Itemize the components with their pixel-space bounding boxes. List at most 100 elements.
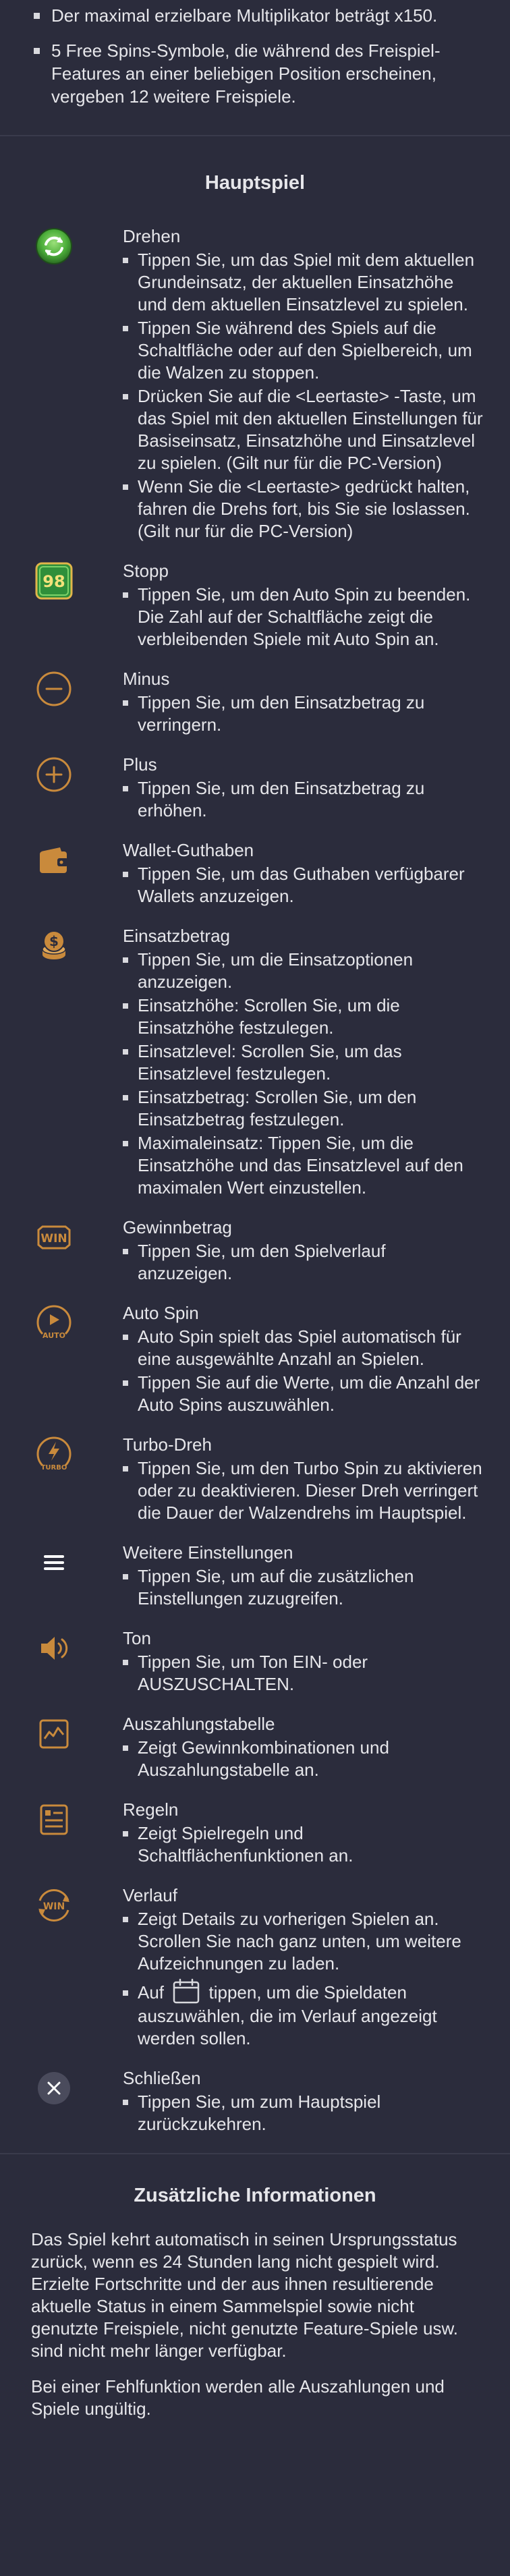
help-item-body: Minus Tippen Sie, um den Einsatzbetrag z… [123,668,483,737]
help-item-body: Weitere Einstellungen Tippen Sie, um auf… [123,1542,483,1611]
help-item-body: Wallet-Guthaben Tippen Sie, um das Gutha… [123,839,483,909]
help-item-body: Ton Tippen Sie, um Ton EIN- oder AUSZUSC… [123,1627,483,1697]
help-item-bullets: Tippen Sie, um das Guthaben verfügbarer … [123,863,483,907]
help-item-rules: Regeln Zeigt Spielregeln und Schaltfläch… [30,1799,483,1868]
help-bullet: Maximaleinsatz: Tippen Sie, um die Einsa… [123,1132,483,1199]
calendar-icon [171,1978,201,2005]
auto-spin-icon: AUTO [30,1302,78,1351]
help-item-title: Minus [123,669,170,689]
help-item-wallet: Wallet-Guthaben Tippen Sie, um das Gutha… [30,839,483,909]
help-item-history: WIN Verlauf Zeigt Details zu vorherigen … [30,1884,483,2051]
help-bullet-calendar: Auf tippen, um die Spieldaten auszuwähle… [123,1978,483,2050]
help-item-title: Ton [123,1628,151,1648]
help-item-bullets: Tippen Sie, um den Einsatzbetrag zu erhö… [123,777,483,822]
turbo-icon: TURBO [30,1434,78,1482]
top-bullet: Der maximal erzielbare Multiplikator bet… [32,4,478,27]
help-item-body: Einsatzbetrag Tippen Sie, um die Einsatz… [123,925,483,1200]
section-heading-hauptspiel: Hauptspiel [204,172,306,194]
help-item-title: Stopp [123,561,169,581]
auto-icon-label: AUTO [42,1331,65,1340]
help-item-paytable: Auszahlungstabelle Zeigt Gewinnkombinati… [30,1713,483,1783]
help-item-title: Gewinnbetrag [123,1217,232,1237]
help-item-stop: 98 Stopp Tippen Sie, um den Auto Spin zu… [30,560,483,652]
help-item-title: Weitere Einstellungen [123,1542,293,1563]
help-bullet: Tippen Sie auf die Werte, um die Anzahl … [123,1372,483,1416]
section-heading-additional-info: Zusätzliche Informationen [134,2185,376,2207]
help-item-sound: Ton Tippen Sie, um Ton EIN- oder AUSZUSC… [30,1627,483,1697]
help-bullet: Auto Spin spielt das Spiel automatisch f… [123,1326,483,1370]
stop-icon-count: 98 [42,572,65,591]
help-item-title: Auszahlungstabelle [123,1714,275,1734]
help-item-body: Auszahlungstabelle Zeigt Gewinnkombinati… [123,1713,483,1783]
help-item-bullets: Zeigt Details zu vorherigen Spielen an. … [123,1908,483,2050]
help-bullet: Einsatzbetrag: Scrollen Sie, um den Eins… [123,1086,483,1131]
help-item-body: Regeln Zeigt Spielregeln und Schaltfläch… [123,1799,483,1868]
help-item-win-amount: WIN Gewinnbetrag Tippen Sie, um den Spie… [30,1216,483,1286]
help-item-body: Turbo-Dreh Tippen Sie, um den Turbo Spin… [123,1434,483,1525]
help-item-spin: Drehen Tippen Sie, um das Spiel mit dem … [30,225,483,544]
help-bullet: Zeigt Gewinnkombinationen und Auszahlung… [123,1737,483,1781]
help-item-title: Turbo-Dreh [123,1434,212,1455]
speaker-icon [30,1627,78,1676]
top-section: Der maximal erzielbare Multiplikator bet… [0,0,510,108]
win-icon: WIN [30,1216,78,1265]
help-bullet: Tippen Sie, um zum Hauptspiel zurückzuke… [123,2091,483,2135]
help-item-title: Schließen [123,2068,201,2089]
help-item-body: Gewinnbetrag Tippen Sie, um den Spielver… [123,1216,483,1286]
help-bullet: Tippen Sie, um das Guthaben verfügbarer … [123,863,483,907]
history-icon: WIN [30,1884,78,1933]
help-item-plus: Plus Tippen Sie, um den Einsatzbetrag zu… [30,754,483,823]
help-bullet: Tippen Sie, um auf die zusätzlichen Eins… [123,1565,483,1610]
top-bullet: 5 Free Spins-Symbole, die während des Fr… [32,39,478,108]
help-item-body: Schließen Tippen Sie, um zum Hauptspiel … [123,2067,483,2137]
help-item-bullets: Tippen Sie, um den Turbo Spin zu aktivie… [123,1457,483,1524]
help-item-auto-spin: AUTO Auto Spin Auto Spin spielt das Spie… [30,1302,483,1418]
help-item-title: Verlauf [123,1885,177,1905]
help-item-minus: Minus Tippen Sie, um den Einsatzbetrag z… [30,668,483,737]
info-paragraph: Das Spiel kehrt automatisch in seinen Ur… [31,2229,459,2361]
help-item-bet-amount: $ Einsatzbetrag Tippen Sie, um die Einsa… [30,925,483,1200]
help-bullet: Einsatzhöhe: Scrollen Sie, um die Einsat… [123,995,483,1039]
help-item-body: Drehen Tippen Sie, um das Spiel mit dem … [123,225,483,544]
help-bullet: Tippen Sie, um den Auto Spin zu beenden.… [123,584,483,650]
help-item-title: Plus [123,754,157,775]
help-item-bullets: Tippen Sie, um zum Hauptspiel zurückzuke… [123,2091,483,2135]
help-item-body: Stopp Tippen Sie, um den Auto Spin zu be… [123,560,483,652]
help-item-turbo: TURBO Turbo-Dreh Tippen Sie, um den Turb… [30,1434,483,1525]
paytable-icon [30,1713,78,1762]
plus-icon [30,754,78,802]
close-icon [30,2067,78,2116]
help-item-bullets: Tippen Sie, um den Einsatzbetrag zu verr… [123,692,483,736]
help-bullet: Drücken Sie auf die <Leertaste> -Taste, … [123,385,483,474]
spin-icon [30,225,78,274]
help-item-title: Wallet-Guthaben [123,840,254,860]
help-bullet: Tippen Sie, um den Einsatzbetrag zu erhö… [123,777,483,822]
help-bullet: Einsatzlevel: Scrollen Sie, um das Einsa… [123,1040,483,1085]
help-bullet: Tippen Sie, um den Turbo Spin zu aktivie… [123,1457,483,1524]
help-item-bullets: Tippen Sie, um den Spielverlauf anzuzeig… [123,1240,483,1285]
help-bullet: Zeigt Details zu vorherigen Spielen an. … [123,1908,483,1975]
win-icon-label: WIN [40,1232,67,1245]
help-item-bullets: Zeigt Spielregeln und Schaltflächenfunkt… [123,1822,483,1867]
calendar-bullet-before: Auf [138,1982,165,2003]
minus-icon [30,668,78,717]
help-item-bullets: Zeigt Gewinnkombinationen und Auszahlung… [123,1737,483,1781]
help-item-body: Auto Spin Auto Spin spielt das Spiel aut… [123,1302,483,1418]
history-icon-label: WIN [43,1901,65,1912]
help-bullet: Tippen Sie, um das Spiel mit dem aktuell… [123,249,483,316]
help-page: Der maximal erzielbare Multiplikator bet… [0,0,510,2474]
help-item-bullets: Tippen Sie, um das Spiel mit dem aktuell… [123,249,483,542]
help-bullet: Tippen Sie, um die Einsatzoptionen anzuz… [123,949,483,993]
help-bullet: Tippen Sie, um Ton EIN- oder AUSZUSCHALT… [123,1651,483,1696]
help-item-bullets: Auto Spin spielt das Spiel automatisch f… [123,1326,483,1416]
menu-icon [30,1542,78,1590]
info-paragraph: Bei einer Fehlfunktion werden alle Ausza… [31,2376,445,2419]
help-bullet: Tippen Sie, um den Spielverlauf anzuzeig… [123,1240,483,1285]
help-item-more-settings: Weitere Einstellungen Tippen Sie, um auf… [30,1542,483,1611]
help-item-title: Auto Spin [123,1303,199,1323]
help-bullet: Wenn Sie die <Leertaste> gedrückt halten… [123,476,483,542]
additional-info-section: Zusätzliche Informationen Das Spiel kehr… [0,2154,510,2474]
stop-icon: 98 [30,560,78,609]
help-item-body: Verlauf Zeigt Details zu vorherigen Spie… [123,1884,483,2051]
help-item-bullets: Tippen Sie, um den Auto Spin zu beenden.… [123,584,483,650]
